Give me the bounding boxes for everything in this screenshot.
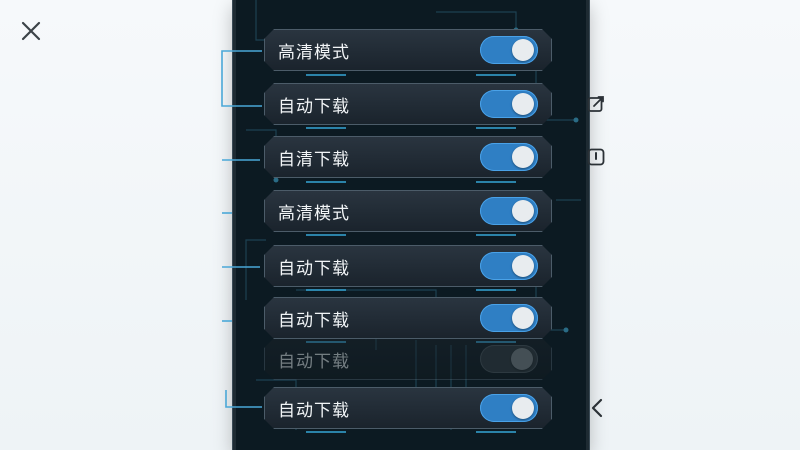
toggle-knob [512, 200, 534, 222]
toggle-switch[interactable] [480, 304, 538, 332]
toggle-switch[interactable] [480, 394, 538, 422]
close-button[interactable] [18, 18, 44, 44]
setting-label: 自动下载 [278, 310, 350, 331]
toggle-switch[interactable] [480, 36, 538, 64]
setting-label: 高清模式 [278, 42, 350, 63]
alert-square-icon [586, 147, 606, 167]
back-button[interactable] [586, 396, 608, 420]
settings-panel: 高清模式 自动下载 自清下载 高清模式 自动下载 自动下载 自动下载 自动下载 [233, 0, 589, 450]
edit-external-icon [586, 94, 606, 114]
setting-row-auto-download-2[interactable]: 自动下载 [264, 245, 552, 287]
edit-button[interactable] [584, 92, 608, 116]
setting-row-self-clean-download[interactable]: 自清下载 [264, 136, 552, 178]
setting-row-hd-mode[interactable]: 高清模式 [264, 29, 552, 71]
setting-label: 自清下载 [278, 149, 350, 170]
toggle-switch[interactable] [480, 143, 538, 171]
chevron-left-icon [589, 398, 605, 418]
setting-label: 自动下载 [278, 351, 350, 372]
toggle-knob [512, 93, 534, 115]
toggle-switch[interactable] [480, 252, 538, 280]
info-button[interactable] [584, 145, 608, 169]
setting-row-hd-mode-2[interactable]: 高清模式 [264, 190, 552, 232]
toggle-switch[interactable] [480, 345, 538, 373]
toggle-knob [512, 397, 534, 419]
setting-label: 自动下载 [278, 400, 350, 421]
setting-label: 自动下载 [278, 258, 350, 279]
setting-row-auto-download-4[interactable]: 自动下载 [264, 387, 552, 429]
close-icon [21, 21, 41, 41]
toggle-knob [512, 39, 534, 61]
toggle-knob [512, 146, 534, 168]
setting-label: 自动下载 [278, 96, 350, 117]
toggle-switch[interactable] [480, 90, 538, 118]
toggle-knob [512, 255, 534, 277]
setting-label: 高清模式 [278, 203, 350, 224]
toggle-switch[interactable] [480, 197, 538, 225]
setting-row-auto-download[interactable]: 自动下载 [264, 83, 552, 125]
toggle-knob [512, 307, 534, 329]
setting-row-auto-download-3[interactable]: 自动下载 [264, 297, 552, 339]
setting-row-auto-download-disabled[interactable]: 自动下载 [264, 338, 552, 380]
toggle-knob [511, 348, 533, 370]
